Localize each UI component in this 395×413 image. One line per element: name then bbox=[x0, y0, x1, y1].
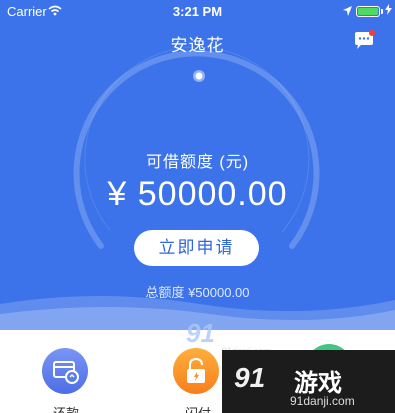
watermark-number: 91 bbox=[186, 318, 215, 348]
watermark-badge: 91 游戏 91danji.com bbox=[222, 350, 395, 413]
hero-panel: Carrier 3:21 PM 安逸花 可借额度 (元) ¥ 50000.00 … bbox=[0, 0, 395, 330]
card-repay-icon bbox=[53, 361, 79, 384]
watermark-badge-domain: 91danji.com bbox=[290, 394, 355, 408]
watermark-badge-number: 91 bbox=[234, 362, 266, 393]
apply-now-button[interactable]: 立即申请 bbox=[134, 230, 259, 266]
available-credit-amount: ¥ 50000.00 bbox=[107, 175, 288, 213]
lock-icon bbox=[187, 357, 205, 383]
gauge-knob bbox=[195, 72, 203, 80]
watermark-badge-text: 游戏 bbox=[294, 370, 342, 397]
available-credit-label: 可借额度 (元) bbox=[145, 154, 250, 171]
repay-button[interactable] bbox=[42, 348, 88, 394]
flash-pay-label: 闪付 bbox=[185, 403, 211, 413]
repay-label: 还款 bbox=[53, 403, 79, 413]
flash-pay-button[interactable] bbox=[173, 348, 219, 394]
